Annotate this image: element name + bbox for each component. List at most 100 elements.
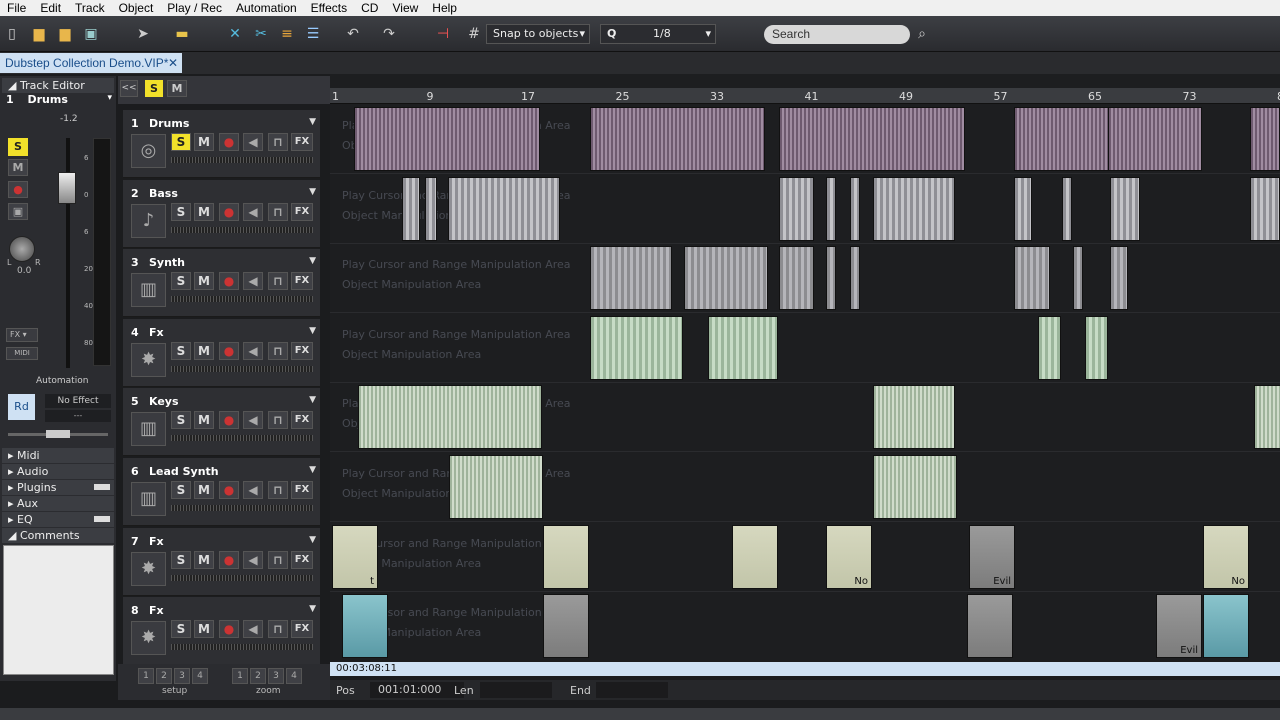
lock-icon[interactable]: ▣ bbox=[8, 203, 28, 220]
mute-button[interactable]: M bbox=[194, 411, 214, 430]
track-name[interactable]: Drums bbox=[149, 117, 189, 130]
track-lane[interactable]: Play Cursor and Range Manipulation AreaO… bbox=[330, 314, 1280, 383]
search-icon[interactable]: ⌕ bbox=[912, 24, 932, 44]
audio-clip[interactable] bbox=[1203, 594, 1249, 659]
track-name[interactable]: Bass bbox=[149, 187, 178, 200]
close-icon[interactable]: ✕ bbox=[168, 53, 178, 73]
audio-clip[interactable] bbox=[873, 455, 957, 519]
zoom-preset-button[interactable]: 2 bbox=[250, 668, 266, 684]
audio-clip[interactable] bbox=[1110, 176, 1140, 241]
menu-cd[interactable]: CD bbox=[354, 0, 385, 16]
pan-knob[interactable] bbox=[9, 236, 35, 262]
grid-icon[interactable]: # bbox=[466, 24, 482, 44]
mute-button[interactable]: M bbox=[194, 133, 214, 151]
global-mute-button[interactable]: M bbox=[167, 80, 187, 97]
track-header[interactable]: 6 Lead Synth ▼ ▥ S M ● ◀ ⊓ FX bbox=[123, 458, 320, 526]
menu-automation[interactable]: Automation bbox=[229, 0, 304, 16]
track-header[interactable]: 7 Fx ▼ ✸ S M ● ◀ ⊓ FX bbox=[123, 527, 320, 596]
section-audio[interactable]: ▸ Audio bbox=[2, 464, 114, 479]
track-header[interactable]: 5 Keys ▼ ▥ S M ● ◀ ⊓ FX bbox=[123, 388, 320, 457]
track-lane[interactable]: Play Cursor and Range Manipulation AreaO… bbox=[330, 383, 1280, 453]
collapse-editor-button[interactable]: << bbox=[120, 80, 138, 97]
chevron-down-icon[interactable]: ▼ bbox=[309, 326, 316, 336]
audio-clip[interactable]: Evil bbox=[1156, 594, 1202, 659]
setup-preset-button[interactable]: 1 bbox=[138, 668, 154, 684]
timecode-bar[interactable]: 00:03:08:11 bbox=[330, 662, 1280, 676]
audio-clip[interactable] bbox=[1014, 176, 1032, 241]
menu-file[interactable]: File bbox=[0, 0, 33, 16]
lock-icon[interactable]: ⊓ bbox=[268, 620, 288, 639]
document-tab[interactable]: Dubstep Collection Demo.VIP* ✕ bbox=[0, 53, 182, 73]
chevron-down-icon[interactable]: ▼ bbox=[309, 395, 316, 405]
record-arm-icon[interactable]: ● bbox=[219, 550, 239, 569]
chevron-down-icon[interactable]: ▼ bbox=[309, 256, 316, 266]
track-name[interactable]: Fx bbox=[149, 604, 164, 617]
solo-button[interactable]: S bbox=[171, 620, 191, 639]
audio-clip[interactable]: No bbox=[1203, 524, 1249, 589]
lock-icon[interactable]: ⊓ bbox=[268, 550, 288, 569]
lock-icon[interactable]: ⊓ bbox=[268, 341, 288, 360]
zoom-preset-button[interactable]: 1 bbox=[232, 668, 248, 684]
record-arm-icon[interactable]: ● bbox=[219, 133, 239, 151]
audio-clip[interactable] bbox=[402, 176, 420, 241]
track-header[interactable]: 3 Synth ▼ ▥ S M ● ◀ ⊓ FX bbox=[123, 249, 320, 318]
quantize-dropdown[interactable]: Q 1/8 ▾ bbox=[600, 24, 716, 44]
setup-preset-button[interactable]: 2 bbox=[156, 668, 172, 684]
menu-edit[interactable]: Edit bbox=[33, 0, 68, 16]
audio-clip[interactable] bbox=[590, 315, 683, 380]
audio-clip[interactable] bbox=[1108, 107, 1202, 171]
stack-tool-icon[interactable]: ≡ bbox=[278, 24, 296, 44]
track-name[interactable]: Lead Synth bbox=[149, 465, 219, 478]
fx-button[interactable]: FX bbox=[291, 411, 313, 430]
setup-preset-button[interactable]: 3 bbox=[174, 668, 190, 684]
audio-clip[interactable] bbox=[779, 246, 814, 311]
new-file-icon[interactable]: ▯ bbox=[4, 24, 20, 44]
audio-clip[interactable] bbox=[543, 524, 589, 589]
lock-icon[interactable]: ⊓ bbox=[268, 133, 288, 151]
menu-effects[interactable]: Effects bbox=[304, 0, 354, 16]
audio-clip[interactable] bbox=[1250, 176, 1280, 241]
track-header[interactable]: 4 Fx ▼ ✸ S M ● ◀ ⊓ FX bbox=[123, 318, 320, 387]
solo-button[interactable]: S bbox=[171, 202, 191, 221]
section-comments[interactable]: ◢ Comments bbox=[2, 528, 114, 543]
pointer-tool-icon[interactable]: ➤ bbox=[134, 24, 152, 44]
audio-clip[interactable] bbox=[708, 315, 778, 380]
solo-button[interactable]: S bbox=[171, 133, 191, 151]
mute-button-editor[interactable]: M bbox=[8, 159, 28, 176]
audio-clip[interactable]: t bbox=[332, 524, 378, 589]
mute-button[interactable]: M bbox=[194, 481, 214, 499]
mute-button[interactable]: M bbox=[194, 272, 214, 291]
audio-clip[interactable] bbox=[873, 176, 955, 241]
audio-clip[interactable] bbox=[448, 176, 560, 241]
audio-clip[interactable] bbox=[590, 107, 765, 171]
open-project-icon[interactable]: ▆ bbox=[56, 24, 74, 44]
audio-clip[interactable] bbox=[1073, 246, 1083, 311]
section-aux[interactable]: ▸ Aux bbox=[2, 496, 114, 511]
monitor-icon[interactable]: ◀ bbox=[243, 481, 263, 499]
track-lane[interactable]: Play Cursor and Range Manipulation AreaO… bbox=[330, 453, 1280, 522]
snap-dropdown[interactable]: Snap to objects ▾ bbox=[486, 24, 590, 44]
comments-textarea[interactable] bbox=[3, 545, 114, 675]
audio-clip[interactable] bbox=[1110, 246, 1128, 311]
audio-clip[interactable] bbox=[449, 455, 543, 519]
audio-clip[interactable] bbox=[826, 176, 836, 241]
chevron-down-icon[interactable]: ▼ bbox=[309, 465, 316, 475]
split-tool-icon[interactable]: ✂ bbox=[252, 24, 270, 44]
monitor-icon[interactable]: ◀ bbox=[243, 411, 263, 430]
audio-clip[interactable] bbox=[850, 246, 860, 311]
mute-button[interactable]: M bbox=[194, 202, 214, 221]
solo-button[interactable]: S bbox=[171, 550, 191, 569]
end-field[interactable] bbox=[596, 682, 668, 698]
audio-clip[interactable] bbox=[732, 524, 778, 589]
menu-track[interactable]: Track bbox=[68, 0, 112, 16]
track-lane[interactable]: Play Cursor and Range Manipulation AreaO… bbox=[330, 175, 1280, 244]
audio-clip[interactable] bbox=[873, 385, 955, 450]
monitor-icon[interactable]: ◀ bbox=[243, 620, 263, 639]
menu-play-rec[interactable]: Play / Rec bbox=[160, 0, 229, 16]
read-automation-button[interactable]: Rd bbox=[8, 394, 35, 420]
section-plugins[interactable]: ▸ Plugins bbox=[2, 480, 114, 495]
record-arm-icon[interactable]: ● bbox=[219, 202, 239, 221]
menu-help[interactable]: Help bbox=[425, 0, 464, 16]
menu-view[interactable]: View bbox=[385, 0, 425, 16]
audio-clip[interactable] bbox=[358, 385, 542, 450]
